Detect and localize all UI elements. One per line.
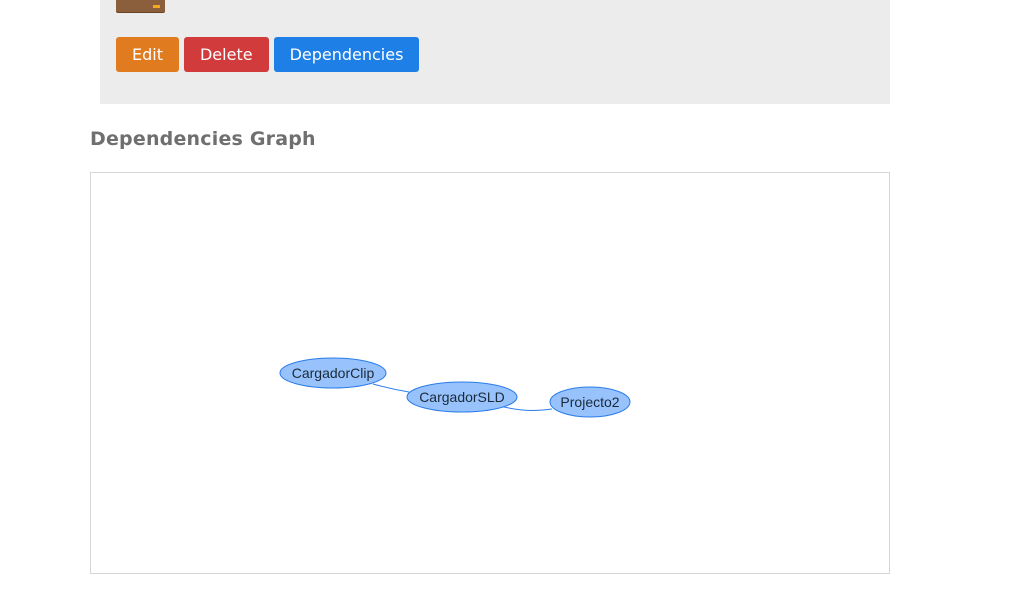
graph-node-label: CargadorClip bbox=[292, 365, 375, 381]
project-info-panel: Edit Delete Dependencies bbox=[100, 0, 890, 104]
project-detail-page: Edit Delete Dependencies Dependencies Gr… bbox=[0, 0, 1013, 616]
graph-node-label: CargadorSLD bbox=[419, 389, 505, 405]
graph-svg: CargadorClip CargadorSLD Projecto2 bbox=[279, 357, 631, 418]
graph-node-label: Projecto2 bbox=[560, 394, 619, 410]
project-thumbnail-icon bbox=[116, 0, 165, 12]
dependencies-button[interactable]: Dependencies bbox=[273, 37, 420, 72]
dependencies-graph-canvas[interactable]: CargadorClip CargadorSLD Projecto2 bbox=[90, 172, 890, 574]
edit-button[interactable]: Edit bbox=[116, 37, 179, 72]
graph-edge bbox=[499, 405, 553, 411]
thumbnail-slot-icon bbox=[153, 5, 160, 8]
delete-button[interactable]: Delete bbox=[183, 37, 269, 72]
graph-edge bbox=[372, 383, 410, 393]
graph-node[interactable]: CargadorSLD bbox=[406, 381, 518, 413]
action-bar: Edit Delete Dependencies bbox=[116, 37, 420, 72]
dependencies-graph-title: Dependencies Graph bbox=[90, 128, 316, 150]
graph-node[interactable]: CargadorClip bbox=[279, 357, 387, 389]
graph-node[interactable]: Projecto2 bbox=[549, 386, 631, 418]
